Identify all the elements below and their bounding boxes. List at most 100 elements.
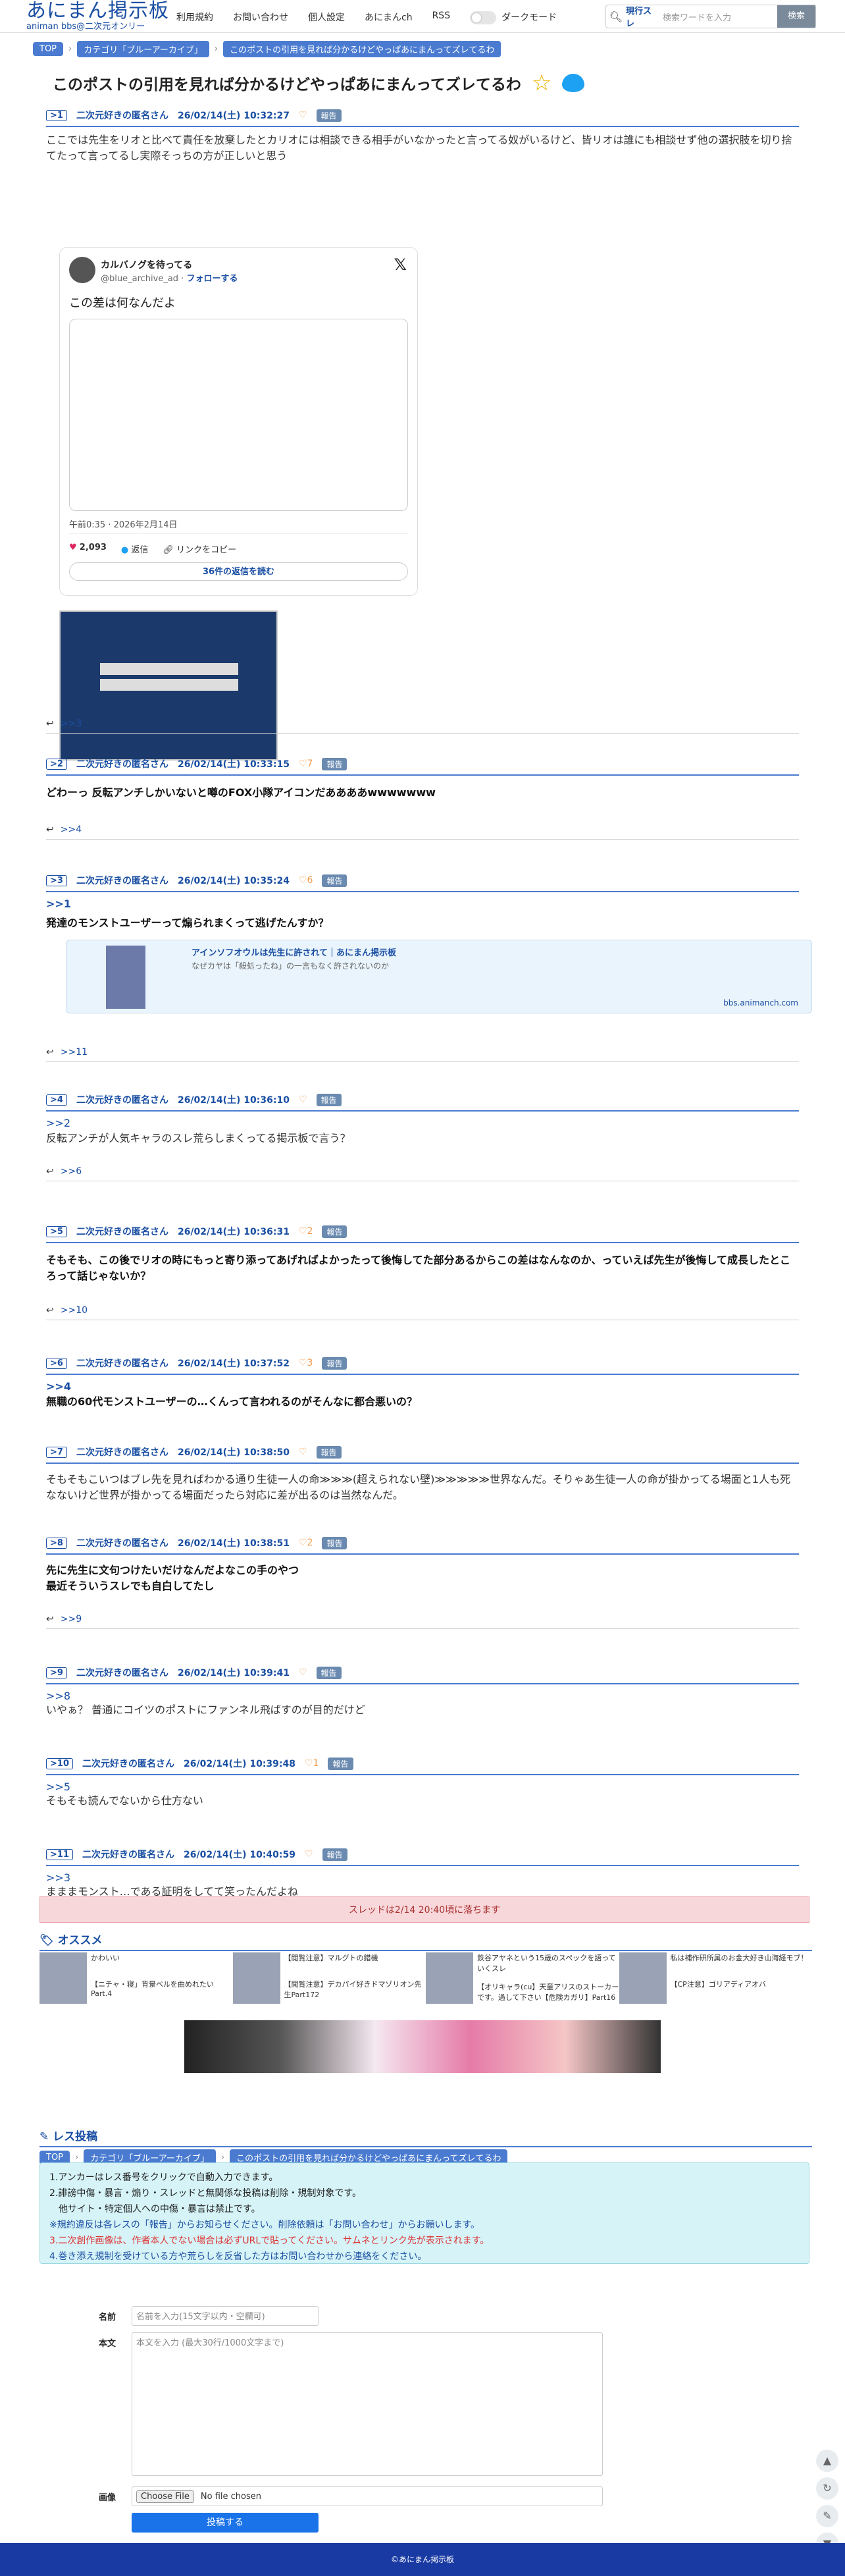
nav-terms[interactable]: 利用規約 [176,11,213,24]
advertisement-banner[interactable] [184,2020,661,2073]
anchor-link[interactable]: >>1 [46,898,799,910]
tweet-author[interactable]: カルバノグを待ってる [101,258,192,271]
report-button[interactable]: 報告 [316,1093,342,1106]
read-replies-button[interactable]: 36件の返信を読む [69,562,408,581]
recommend-item[interactable]: 私は補作研所属のお金大好き山海経モブ！ 【CP注意】ゴリアディアオバ [619,1952,813,2010]
breadcrumb-thread[interactable]: このポストの引用を見れば分かるけどやっぱあにまんってズレてるわ [223,41,501,57]
nav-settings[interactable]: 個人設定 [308,11,345,24]
search-input[interactable]: 検索ワードを入力 [659,11,777,23]
reply-link[interactable]: >>10 [61,1305,88,1316]
name-input[interactable]: 名前を入力(15文字以内・空欄可) [132,2306,319,2326]
nav-contact[interactable]: お問い合わせ [233,11,288,24]
dark-mode-toggle[interactable]: ダークモード [470,11,557,24]
post-number[interactable]: >5 [46,1225,67,1237]
post-number[interactable]: >4 [46,1094,67,1106]
reply-link[interactable]: >>6 [61,1166,82,1177]
tweet-like[interactable]: ♥ 2,093 [69,543,107,555]
reply-links: ↩ >>9 [46,1614,799,1629]
post-number[interactable]: >11 [46,1848,73,1860]
report-button[interactable]: 報告 [316,1666,342,1679]
report-button[interactable]: 報告 [322,757,347,770]
tweet-copy-link[interactable]: 🔗︎ リンクをコピー [163,543,236,555]
post-number[interactable]: >2 [46,758,67,770]
like-icon[interactable]: ♡ [299,110,307,121]
post-number[interactable]: >8 [46,1537,67,1549]
site-logo[interactable]: あにまん掲示板 animan bbs@二次元オンリー [26,0,169,32]
edit-icon[interactable]: ✎ [816,2505,838,2527]
post-number[interactable]: >6 [46,1357,67,1369]
anchor-link[interactable]: >>4 [46,1380,799,1393]
post-date: 26/02/14(土) 10:36:10 [177,1095,290,1106]
post-number[interactable]: >9 [46,1667,67,1678]
rule-line: 他サイト・特定個人への中傷・暴言は禁止です。 [49,2204,261,2214]
report-button[interactable]: 報告 [316,109,342,122]
post-number[interactable]: >10 [46,1758,73,1769]
search-mode-select[interactable]: 現行スレ [626,4,659,29]
file-choose-button[interactable]: Choose File [136,2490,194,2503]
report-button[interactable]: 報告 [322,874,347,887]
like-icon[interactable]: ♡6 [299,875,313,886]
link-card-title: アインソフオウルは先生に許されて｜あにまん掲示板 [192,948,396,958]
attached-image[interactable] [59,610,278,761]
breadcrumb-top[interactable]: TOP [33,42,64,56]
like-icon[interactable]: ♡ [299,1094,307,1105]
search-button[interactable]: 検索 [777,5,815,28]
reply-link[interactable]: >>3 [61,718,82,729]
report-button[interactable]: 報告 [322,1225,347,1238]
like-icon[interactable]: ♡1 [305,1758,319,1769]
x-logo-icon[interactable]: 𝕏 [394,255,407,274]
like-icon[interactable]: ♡2 [299,1226,313,1237]
nav-rss[interactable]: RSS [432,11,451,24]
logo-title[interactable]: あにまん掲示板 [26,0,169,22]
report-button[interactable]: 報告 [322,1356,347,1370]
toggle-switch[interactable] [470,11,497,24]
recommend-item[interactable]: 【閲覧注意】マルグトの錯機 【閲覧注意】デカパイ好きドマゾリオン先生Part172 [232,1952,426,2010]
tweet-actions: ♥ 2,093 ● 返信 🔗︎ リンクをコピー [69,543,236,555]
anchor-link[interactable]: >>3 [46,1871,799,1884]
follow-link[interactable]: フォローする [186,274,238,284]
recommend-thumb [619,1952,667,2004]
reply-link[interactable]: >>9 [61,1614,82,1624]
reply-link[interactable]: >>11 [61,1047,88,1058]
breadcrumb-category[interactable]: カテゴリ「ブルーアーカイブ」 [77,41,209,57]
favorite-star-icon[interactable]: ☆ [532,72,551,94]
report-button[interactable]: 報告 [322,1848,347,1861]
nav-animanch[interactable]: あにまんch [365,11,413,24]
post-number[interactable]: >1 [46,109,67,121]
report-button[interactable]: 報告 [328,1757,353,1770]
submit-button[interactable]: 投稿する [132,2513,319,2533]
scroll-top-icon[interactable]: ▲ [816,2450,838,2472]
refresh-icon[interactable]: ↻ [816,2477,838,2500]
like-icon[interactable]: ♡7 [299,759,313,769]
like-icon[interactable]: ♡ [305,1849,313,1860]
file-input[interactable]: Choose File No file chosen [132,2486,603,2506]
anchor-link[interactable]: >>5 [46,1781,799,1793]
report-button[interactable]: 報告 [322,1536,347,1549]
post-body: 発達のモンストユーザーって煽られまくって逃げたんすか？ [46,917,329,929]
like-icon[interactable]: ♡2 [299,1538,313,1548]
post-number[interactable]: >7 [46,1446,67,1458]
tweet-reply[interactable]: ● 返信 [121,543,149,555]
reply-arrow-icon: ↩ [46,1614,54,1624]
avatar[interactable] [69,257,95,283]
recommend-item[interactable]: かわいい 【ニチャ・寝」背景ベルを曲めれたい Part.4 [39,1952,233,2010]
post-date: 26/02/14(土) 10:40:59 [184,1850,295,1860]
post-number[interactable]: >3 [46,874,67,886]
link-card[interactable]: アインソフオウルは先生に許されて｜あにまん掲示板 なぜカヤは「殺処ったね」の一言… [66,940,812,1013]
recommend-item[interactable]: 鉄谷アヤネという15歳のスペックを語っていくスレ 【オリキャラ(cu】天童アリスの… [426,1952,619,2010]
anchor-link[interactable]: >>8 [46,1690,799,1702]
reply-link[interactable]: >>4 [61,824,82,835]
twitter-share-icon[interactable] [562,74,585,92]
like-icon[interactable]: ♡ [299,1667,307,1678]
recommend-list: かわいい 【ニチャ・寝」背景ベルを曲めれたい Part.4 【閲覧注意】マルグトの… [39,1952,812,2010]
rule-line: 2.誹謗中傷・暴言・煽り・スレッドと無関係な投稿は削除・規制対象です。 [49,2188,361,2199]
logo-subtitle: animan bbs@二次元オンリー [26,22,145,32]
like-icon[interactable]: ♡ [299,1447,307,1457]
report-button[interactable]: 報告 [316,1445,342,1459]
anchor-link[interactable]: >>2 [46,1117,799,1129]
like-icon[interactable]: ♡3 [299,1358,313,1368]
embedded-tweet[interactable]: カルバノグを待ってる @blue_archive_ad · フォローする 𝕏 こ… [59,247,418,596]
body-textarea[interactable]: 本文を入力 (最大30行/1000文字まで) [132,2332,603,2476]
tweet-time[interactable]: 午前0:35 · 2026年2月14日 [69,518,178,530]
tweet-media[interactable] [69,319,408,511]
